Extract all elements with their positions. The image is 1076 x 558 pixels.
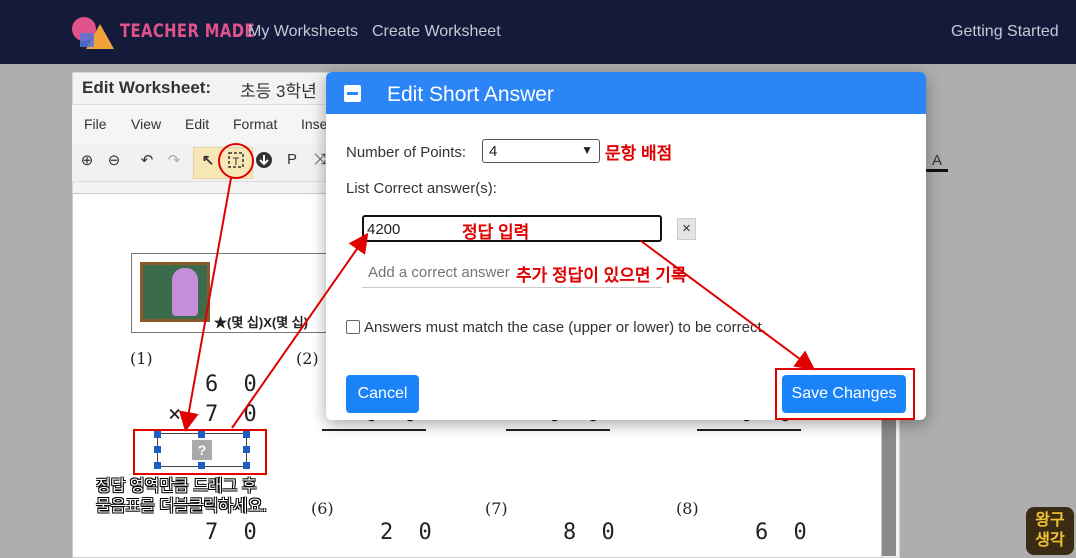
points-annotation: 문항 배점 xyxy=(605,144,673,163)
save-button-highlight xyxy=(775,368,915,420)
badge-line: 생각 xyxy=(1035,532,1065,549)
answer-region-highlight xyxy=(133,429,267,475)
badge-line: 왕구 xyxy=(1035,512,1065,529)
answer-annotation: 정답 입력 xyxy=(462,223,530,242)
extra-answer-annotation: 추가 정답이 있으면 기록 xyxy=(516,266,687,285)
instruction-annotation: 정답 영역만큼 드래그 후 물음표를 더블클릭하세요. xyxy=(96,478,267,515)
channel-badge: 왕구 생각 xyxy=(1026,507,1074,555)
